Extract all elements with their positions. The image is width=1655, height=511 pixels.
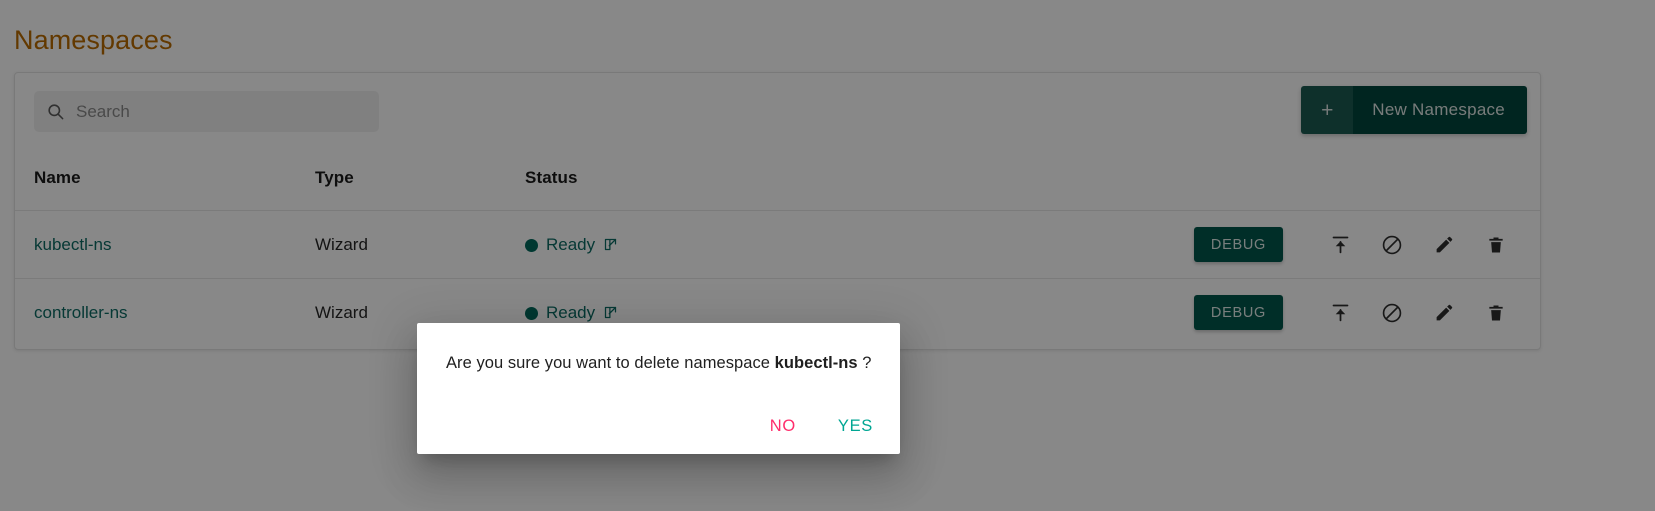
dialog-actions: NO YES: [762, 411, 881, 442]
dialog-message: Are you sure you want to delete namespac…: [446, 354, 872, 373]
dialog-target-namespace: kubectl-ns: [774, 354, 858, 372]
dialog-message-suffix: ?: [857, 354, 872, 372]
dialog-message-prefix: Are you sure you want to delete namespac…: [446, 354, 775, 372]
dialog-yes-button[interactable]: YES: [830, 411, 881, 442]
dialog-no-button[interactable]: NO: [762, 411, 804, 442]
delete-confirmation-dialog: Are you sure you want to delete namespac…: [417, 323, 900, 454]
